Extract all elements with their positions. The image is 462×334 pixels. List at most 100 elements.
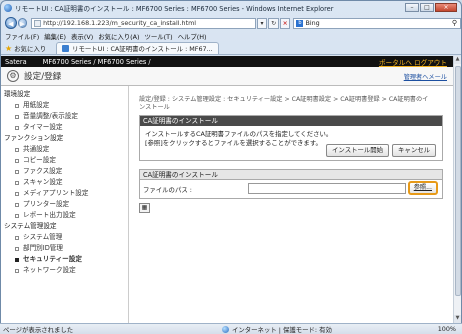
bullet-icon — [15, 114, 19, 119]
main-panel: 設定/登録 : システム管理設定 : セキュリティー設定 > CA証明書設定 >… — [139, 96, 443, 213]
favorites-button[interactable]: お気に入り — [14, 44, 46, 53]
sidebar-item-fax[interactable]: ファクス設定 — [1, 166, 128, 177]
browser-tab[interactable]: リモートUI : CA証明書のインストール : MF67... — [56, 42, 219, 54]
url-field[interactable]: http://192.168.1.223/m_security_ca_insta… — [31, 17, 256, 29]
sidebar-item-label: システム管理 — [23, 233, 63, 241]
bullet-icon — [15, 202, 19, 207]
menu-edit[interactable]: 編集(E) — [44, 32, 66, 41]
browse-button[interactable]: 参照... — [407, 181, 438, 195]
sidebar-item-system-admin[interactable]: システム管理 — [1, 232, 128, 243]
bullet-icon — [15, 257, 19, 262]
page-title: 設定/登録 — [24, 72, 62, 82]
sidebar-item-label: ファクス設定 — [23, 167, 63, 175]
bullet-icon — [15, 103, 19, 108]
search-icon[interactable]: ⚲ — [452, 19, 457, 28]
scroll-up-icon[interactable]: ▲ — [454, 56, 461, 64]
sidebar: 環境設定 用紙設定 音量調整/表示設定 タイマー設定 ファンクション設定 共通設… — [1, 86, 129, 323]
search-input[interactable]: b Bing ⚲ — [293, 17, 461, 29]
sidebar-item-media-print[interactable]: メディアプリント設定 — [1, 188, 128, 199]
sidebar-heading-env: 環境設定 — [4, 90, 31, 98]
search-placeholder: Bing — [305, 19, 320, 27]
bullet-icon — [15, 268, 19, 273]
globe-icon — [222, 325, 229, 333]
scroll-down-icon[interactable]: ▼ — [454, 315, 461, 323]
address-dropdown-button[interactable]: ▾ — [256, 17, 268, 29]
file-path-input[interactable] — [248, 183, 406, 194]
sidebar-item-label: ネットワーク設定 — [23, 266, 76, 274]
menu-bar: ファイル(F) 編集(E) 表示(V) お気に入り(A) ツール(T) ヘルプ(… — [1, 31, 461, 42]
sidebar-item-label: メディアプリント設定 — [23, 189, 89, 197]
device-top-bar: Satera MF6700 Series / MF6700 Series / ポ… — [1, 56, 453, 67]
start-install-button[interactable]: インストール開始 — [326, 144, 390, 157]
brand-logo: Satera — [5, 57, 27, 66]
status-bar: ページが表示されました インターネット | 保護モード: 有効 100% — [0, 323, 462, 334]
print-icon[interactable]: ▦ — [139, 203, 150, 213]
sidebar-item-printer[interactable]: プリンター設定 — [1, 199, 128, 210]
mail-admin-link[interactable]: 管理者へメール — [404, 72, 447, 81]
sidebar-item-volume[interactable]: 音量調整/表示設定 — [1, 111, 128, 122]
breadcrumb-line: ンストール — [139, 104, 170, 111]
menu-file[interactable]: ファイル(F) — [5, 32, 39, 41]
page-icon — [34, 19, 42, 27]
tab-page-icon — [62, 45, 70, 52]
sidebar-item-label: 音量調整/表示設定 — [23, 112, 78, 120]
bullet-icon — [15, 125, 19, 130]
refresh-button[interactable]: ↻ — [268, 17, 279, 29]
sidebar-item-common[interactable]: 共通設定 — [1, 144, 128, 155]
menu-help[interactable]: ヘルプ(H) — [178, 32, 207, 41]
sidebar-item-report[interactable]: レポート出力設定 — [1, 210, 128, 221]
sidebar-item-label: 部門別ID管理 — [23, 244, 63, 252]
bullet-icon — [15, 158, 19, 163]
sidebar-item-label: セキュリティー設定 — [23, 255, 82, 263]
sidebar-heading-function: ファンクション設定 — [4, 134, 64, 142]
sidebar-item-label: 用紙設定 — [23, 101, 50, 109]
minimize-button[interactable]: – — [405, 3, 419, 12]
maximize-button[interactable]: □ — [420, 3, 434, 12]
stop-button[interactable]: × — [279, 17, 291, 29]
favorites-star-icon: ★ — [5, 43, 13, 53]
zoom-level[interactable]: 100% — [438, 325, 456, 333]
file-path-row: ファイルのパス : 参照... — [140, 180, 442, 198]
favorites-bar: ★ お気に入り リモートUI : CA証明書のインストール : MF67... — [1, 42, 461, 55]
cancel-button[interactable]: キャンセル — [392, 144, 436, 157]
zone-text: インターネット | 保護モード: 有効 — [232, 325, 332, 334]
forward-button[interactable]: ▶ — [17, 18, 28, 28]
sidebar-item-network[interactable]: ネットワーク設定 — [1, 265, 128, 276]
bullet-icon — [15, 169, 19, 174]
ie-icon — [4, 4, 12, 12]
sidebar-item-paper[interactable]: 用紙設定 — [1, 100, 128, 111]
sidebar-item-label: タイマー設定 — [23, 123, 63, 131]
install-box-title: CA証明書のインストール — [140, 116, 442, 126]
scroll-thumb[interactable] — [455, 66, 461, 296]
file-path-label: ファイルのパス : — [143, 185, 192, 194]
bullet-icon — [15, 180, 19, 185]
sidebar-item-label: コピー設定 — [23, 156, 56, 164]
menu-view[interactable]: 表示(V) — [71, 32, 93, 41]
device-model: MF6700 Series / MF6700 Series / — [42, 57, 151, 66]
sidebar-item-scan[interactable]: スキャン設定 — [1, 177, 128, 188]
page-content: Satera MF6700 Series / MF6700 Series / ポ… — [1, 56, 453, 323]
install-desc: インストールするCA証明書ファイルのパスを指定してください。 — [145, 130, 333, 138]
sidebar-item-dept-id[interactable]: 部門別ID管理 — [1, 243, 128, 254]
url-text: http://192.168.1.223/m_security_ca_insta… — [43, 19, 197, 27]
bing-icon: b — [296, 19, 304, 27]
back-button[interactable]: ◀ — [5, 17, 17, 29]
breadcrumb-line: 設定/登録 : システム管理設定 : セキュリティー設定 > CA証明書設定 >… — [139, 96, 429, 103]
sidebar-item-copy[interactable]: コピー設定 — [1, 155, 128, 166]
address-bar-row: ◀ ▶ http://192.168.1.223/m_security_ca_i… — [1, 15, 461, 31]
menu-tools[interactable]: ツール(T) — [145, 32, 173, 41]
close-window-button[interactable]: × — [435, 3, 457, 12]
title-bar: リモートUI : CA証明書のインストール : MF6700 Series : … — [1, 1, 461, 15]
menu-favorites[interactable]: お気に入り(A) — [98, 32, 139, 41]
security-zone: インターネット | 保護モード: 有効 — [222, 325, 332, 334]
file-path-box: CA証明書のインストール ファイルのパス : 参照... — [139, 169, 443, 199]
bullet-icon — [15, 147, 19, 152]
sidebar-item-label: スキャン設定 — [23, 178, 63, 186]
install-info-box: CA証明書のインストール インストールするCA証明書ファイルのパスを指定してくだ… — [139, 115, 443, 161]
sidebar-item-security[interactable]: セキュリティー設定 — [1, 254, 128, 265]
sidebar-item-timer[interactable]: タイマー設定 — [1, 122, 128, 133]
sidebar-heading-system: システム管理設定 — [4, 222, 57, 230]
portal-logout-links[interactable]: ポータルへ ログアウト — [379, 57, 447, 67]
file-box-title: CA証明書のインストール — [140, 170, 442, 180]
vertical-scrollbar[interactable]: ▲ ▼ — [453, 56, 461, 323]
